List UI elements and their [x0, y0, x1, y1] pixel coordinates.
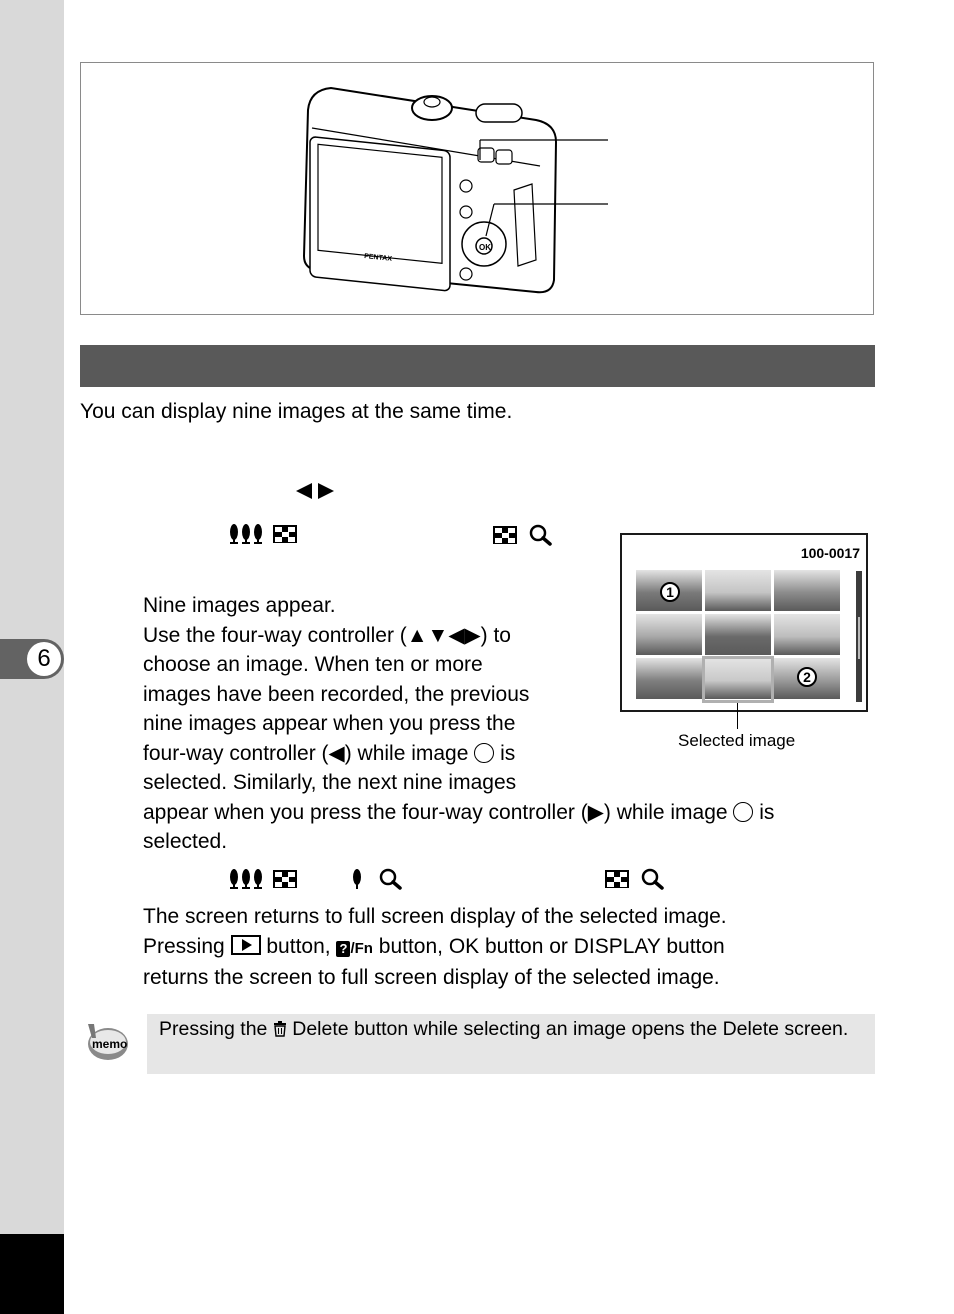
intro-text: You can display nine images at the same … [80, 400, 513, 423]
nine-grid-icon [273, 525, 297, 543]
camera-illustration: OK PENTAX [302, 86, 608, 294]
single-tree-icon [353, 869, 361, 889]
thumbnail-image[interactable] [636, 658, 702, 699]
text-line: The screen returns to full screen displa… [143, 905, 727, 928]
left-margin-bar [0, 0, 64, 1234]
playback-button-icon [230, 934, 261, 955]
text-line: selected. [143, 830, 228, 853]
help-fn-button-icon: ?/Fn [336, 940, 373, 957]
ok-label: OK [479, 243, 491, 252]
thumbnail-image[interactable] [705, 614, 771, 655]
svg-text:memo: memo [92, 1037, 127, 1051]
thumbnail-image[interactable] [774, 614, 840, 655]
step3-description: The screen returns to full screen displa… [143, 902, 727, 993]
step2-icons-right [493, 524, 553, 546]
step1-icons [296, 483, 334, 499]
thumbnail-image[interactable] [636, 614, 702, 655]
right-arrow-icon [318, 483, 334, 499]
step3-icons [229, 868, 403, 890]
text-line: Pressing button, ?/Fn button, OK button … [143, 934, 725, 958]
image-1-marker-icon [474, 742, 495, 763]
selected-image-frame [702, 656, 774, 703]
selected-image-caption: Selected image [678, 731, 796, 750]
three-trees-icon [230, 524, 262, 544]
file-number: 100-0017 [800, 545, 860, 561]
text-line: returns the screen to full screen displa… [143, 966, 720, 989]
nine-grid-icon [605, 870, 629, 888]
page-corner-block [0, 1234, 64, 1314]
caption-leader-line [737, 703, 738, 729]
text-line: selected. Similarly, the next nine image… [143, 771, 517, 794]
nine-grid-icon [493, 526, 517, 544]
chapter-number: 6 [27, 642, 61, 676]
image-2-marker-icon [733, 801, 754, 822]
trash-icon [273, 1021, 286, 1037]
section-heading-bar [80, 345, 875, 387]
magnifier-icon [529, 524, 552, 546]
badge-image-1: 1 [660, 582, 680, 602]
nine-grid-icon [273, 870, 297, 888]
magnifier-icon [379, 868, 402, 890]
badge-image-2: 2 [797, 667, 817, 687]
memo-note: Pressing the Delete button while selecti… [147, 1014, 875, 1074]
thumbnail-image[interactable] [705, 570, 771, 611]
thumbnail-image[interactable] [774, 570, 840, 611]
left-arrow-icon [296, 483, 312, 499]
step3-icons-right [605, 868, 665, 890]
three-trees-icon [230, 869, 262, 889]
text-line: appear when you press the four-way contr… [143, 800, 775, 824]
memo-icon: memo [88, 1024, 128, 1060]
scroll-thumb [858, 617, 860, 659]
step2-icons [229, 524, 297, 544]
magnifier-icon [641, 868, 664, 890]
